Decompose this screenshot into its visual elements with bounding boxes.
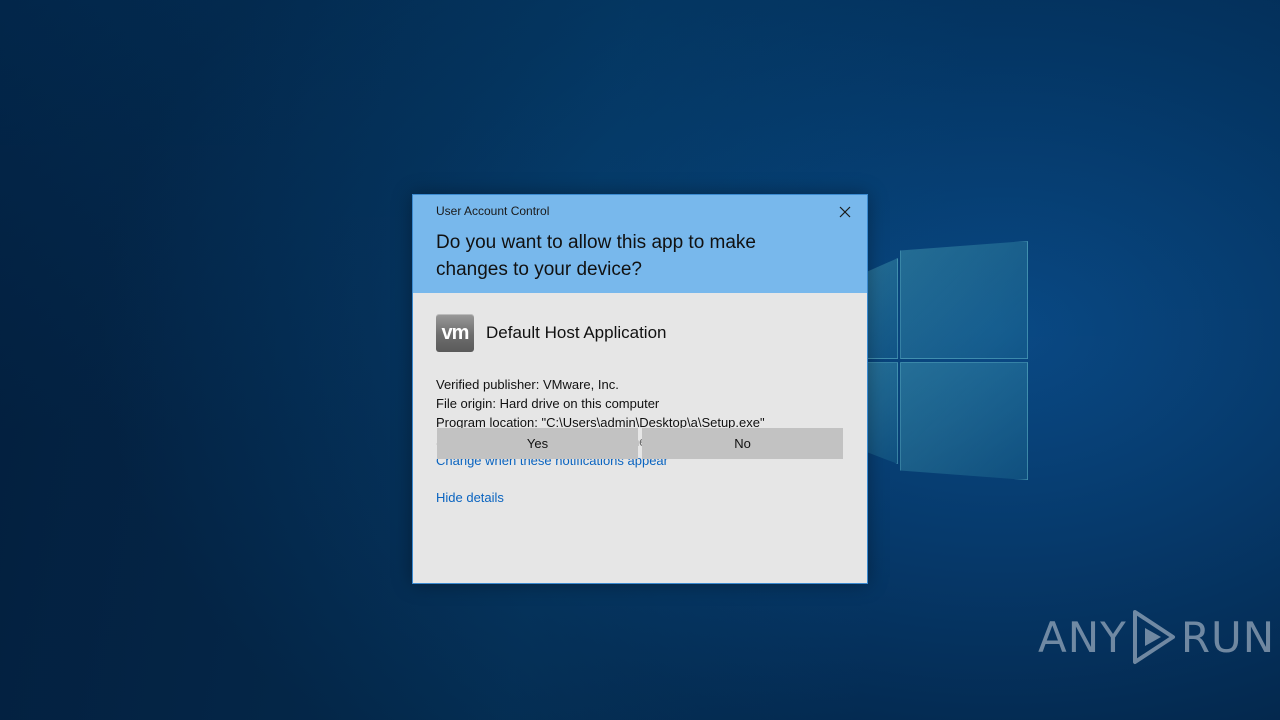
watermark-right-text: RUN	[1180, 612, 1276, 662]
close-icon	[839, 206, 851, 218]
button-row: Yes No	[437, 428, 843, 459]
no-button[interactable]: No	[642, 428, 843, 459]
windows-logo-pane	[866, 362, 898, 464]
vmware-app-icon: vm	[436, 314, 474, 352]
anyrun-watermark: ANY RUN	[1038, 608, 1275, 666]
close-button[interactable]	[829, 199, 861, 225]
app-row: vm Default Host Application	[436, 293, 844, 352]
play-triangle-icon	[1132, 610, 1175, 664]
windows-logo-pane	[900, 241, 1028, 359]
dialog-body: vm Default Host Application Verified pub…	[413, 293, 867, 507]
app-icon-text: vm	[441, 321, 470, 344]
yes-button[interactable]: Yes	[437, 428, 638, 459]
window-title: User Account Control	[436, 204, 550, 218]
windows-logo-pane	[900, 362, 1028, 480]
dialog-header: User Account Control Do you want to allo…	[413, 195, 867, 293]
verified-publisher: Verified publisher: VMware, Inc.	[436, 377, 619, 392]
uac-dialog: User Account Control Do you want to allo…	[412, 194, 868, 584]
hide-details-link[interactable]: Hide details	[436, 490, 504, 505]
app-name: Default Host Application	[486, 323, 667, 342]
dialog-headline: Do you want to allow this app to make ch…	[436, 232, 757, 280]
file-origin: File origin: Hard drive on this computer	[436, 396, 660, 411]
windows-logo-pane	[866, 258, 898, 359]
watermark-left-text: ANY	[1038, 612, 1127, 662]
